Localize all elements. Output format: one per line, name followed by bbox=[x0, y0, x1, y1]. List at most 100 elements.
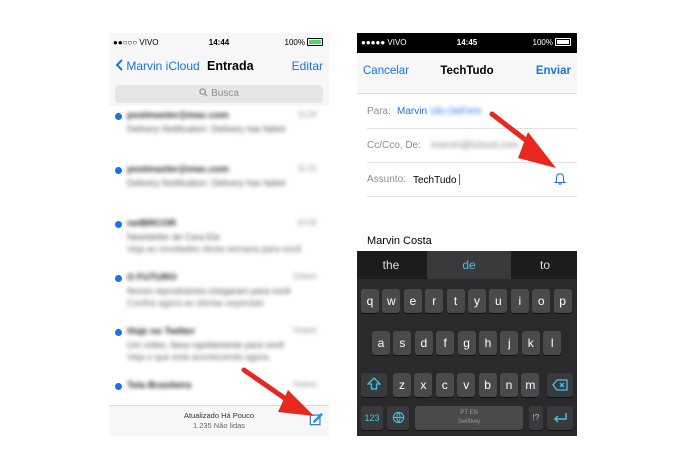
key-o[interactable]: o bbox=[532, 289, 551, 313]
key-c[interactable]: c bbox=[435, 373, 454, 397]
subject-value-wrap: TechTudo bbox=[413, 174, 460, 186]
key-y[interactable]: y bbox=[468, 289, 486, 313]
search-placeholder: Busca bbox=[211, 88, 239, 99]
key-h[interactable]: h bbox=[479, 331, 497, 355]
mail-time: 11:21 bbox=[297, 164, 317, 173]
update-status: Atualizado Há Pouco bbox=[183, 411, 255, 420]
to-field[interactable]: Para: Marvin Ulo.OeFere bbox=[367, 95, 577, 129]
battery-percent: 100% bbox=[284, 38, 305, 47]
battery-indicator: 100% bbox=[285, 38, 323, 47]
key-l[interactable]: l bbox=[543, 331, 562, 355]
suggestion-center[interactable]: de bbox=[427, 251, 511, 279]
edit-button[interactable]: Editar bbox=[292, 59, 323, 73]
unread-dot bbox=[115, 275, 122, 282]
shift-key[interactable] bbox=[361, 373, 387, 397]
mail-sender: netBRCOR bbox=[127, 218, 177, 229]
key-q[interactable]: q bbox=[361, 289, 379, 313]
key-b[interactable]: b bbox=[478, 373, 497, 397]
mail-list-item[interactable]: Hoje no Twitter Ontem Um vídeo, faixa rapi… bbox=[109, 322, 329, 377]
cc-from-field[interactable]: Cc/Cco, De: marvin@icloud.com bbox=[367, 129, 577, 163]
shift-icon bbox=[366, 377, 382, 390]
space-language-label: PT EN bbox=[460, 410, 478, 416]
key-n[interactable]: n bbox=[500, 373, 518, 397]
compose-mail-screen: ●●●●● VIVO 14:45 100% Cancelar TechTudo … bbox=[357, 33, 577, 436]
suggestion-left[interactable]: the bbox=[357, 251, 425, 279]
mail-list-item[interactable]: O FUTURO Ontem Novos reprodutores chegaram… bbox=[109, 268, 329, 323]
back-button[interactable]: Marvin iCloud bbox=[115, 59, 200, 73]
key-p[interactable]: p bbox=[553, 289, 572, 313]
unread-dot bbox=[115, 113, 122, 120]
unread-dot bbox=[115, 329, 122, 336]
compose-icon[interactable] bbox=[309, 412, 323, 426]
page-title: Entrada bbox=[207, 59, 254, 73]
bell-icon[interactable] bbox=[553, 172, 567, 186]
mail-list-item[interactable]: postmaster@mac.com 11:24 Delivery Notifica… bbox=[109, 106, 329, 161]
mail-preview: Delivery Notification: Delivery has fail… bbox=[127, 178, 286, 188]
unread-dot bbox=[115, 221, 122, 228]
mail-preview: Um vídeo, faixa rapidamente para você bbox=[127, 340, 285, 350]
mail-list-item[interactable]: postmaster@mac.com 11:21 Delivery Notifica… bbox=[109, 160, 329, 215]
mail-preview-line2: Confira agora as ofertas especiais bbox=[127, 298, 264, 308]
numbers-key[interactable]: 123 bbox=[361, 406, 383, 430]
key-s[interactable]: s bbox=[393, 331, 412, 355]
key-i[interactable]: i bbox=[510, 289, 529, 313]
key-r[interactable]: r bbox=[425, 289, 444, 313]
bottom-toolbar: Atualizado Há Pouco 1.235 Não lidas bbox=[109, 405, 329, 436]
key-f[interactable]: f bbox=[436, 331, 455, 355]
navigation-bar: Marvin iCloud Entrada Editar bbox=[109, 53, 329, 81]
key-z[interactable]: z bbox=[393, 373, 411, 397]
key-u[interactable]: u bbox=[489, 289, 508, 313]
key-w[interactable]: w bbox=[382, 289, 401, 313]
mail-sender: postmaster@mac.com bbox=[127, 110, 229, 121]
battery-icon bbox=[307, 38, 323, 46]
subject-label: Assunto: bbox=[367, 174, 406, 185]
mail-list-item[interactable]: netBRCOR 10:20 Newsletter de Cara Ela Veja … bbox=[109, 214, 329, 269]
chevron-left-icon bbox=[115, 59, 123, 71]
text-cursor bbox=[458, 174, 460, 185]
globe-key[interactable] bbox=[387, 406, 409, 430]
suggestion-bar: the de to bbox=[357, 251, 577, 279]
key-x[interactable]: x bbox=[414, 373, 433, 397]
key-e[interactable]: e bbox=[403, 289, 422, 313]
key-d[interactable]: d bbox=[414, 331, 433, 355]
backspace-key[interactable] bbox=[547, 373, 573, 397]
key-g[interactable]: g bbox=[457, 331, 476, 355]
mail-inbox-screen: ●●○○○ VIVO 14:44 100% Marvin iCloud Entr… bbox=[109, 33, 329, 436]
mail-preview-line2: Veja as novidades desta semana para você bbox=[127, 244, 302, 254]
to-recipient: Marvin Ulo.OeFere bbox=[397, 106, 481, 117]
mail-preview: Newsletter de Cara Ela bbox=[127, 232, 220, 242]
return-key[interactable] bbox=[547, 406, 573, 430]
mail-time: Ontem bbox=[292, 326, 317, 335]
battery-icon bbox=[555, 38, 571, 46]
subject-field[interactable]: Assunto: TechTudo bbox=[367, 163, 577, 197]
keyboard: the de to qwertyuiop asdfghjkl zxcvbnm 123… bbox=[357, 251, 577, 436]
recipient-name: Marvin bbox=[397, 106, 428, 117]
send-button[interactable]: Enviar bbox=[536, 65, 571, 77]
mail-time: 11:24 bbox=[297, 110, 317, 119]
mail-sender: O FUTURO bbox=[127, 272, 177, 283]
signature-text: Marvin Costa bbox=[367, 235, 432, 247]
unread-dot bbox=[115, 383, 122, 390]
backspace-icon bbox=[552, 379, 568, 391]
key-m[interactable]: m bbox=[521, 373, 540, 397]
search-input[interactable]: Busca bbox=[115, 85, 323, 103]
mail-preview-line2: Veja o que está acontecendo agora bbox=[127, 352, 269, 362]
battery-indicator: 100% bbox=[533, 38, 571, 47]
key-j[interactable]: j bbox=[500, 331, 519, 355]
status-bar: ●●●●● VIVO 14:45 100% bbox=[357, 33, 577, 53]
key-v[interactable]: v bbox=[457, 373, 476, 397]
suggestion-right[interactable]: to bbox=[513, 251, 577, 279]
key-t[interactable]: t bbox=[446, 289, 465, 313]
space-key[interactable]: PT EN Swiftkey bbox=[415, 406, 523, 430]
mail-time: 10:20 bbox=[296, 218, 317, 227]
return-icon bbox=[554, 413, 567, 423]
mail-time: Ontem bbox=[292, 380, 317, 389]
mail-sender: Tela Brasileira bbox=[127, 380, 192, 391]
key-k[interactable]: k bbox=[521, 331, 540, 355]
status-bar: ●●○○○ VIVO 14:44 100% bbox=[109, 33, 329, 53]
punctuation-key[interactable]: !? bbox=[529, 406, 543, 430]
mail-sender: postmaster@mac.com bbox=[127, 164, 229, 175]
cc-label: Cc/Cco, De: bbox=[367, 140, 421, 151]
key-a[interactable]: a bbox=[372, 331, 390, 355]
to-label: Para: bbox=[367, 106, 391, 117]
